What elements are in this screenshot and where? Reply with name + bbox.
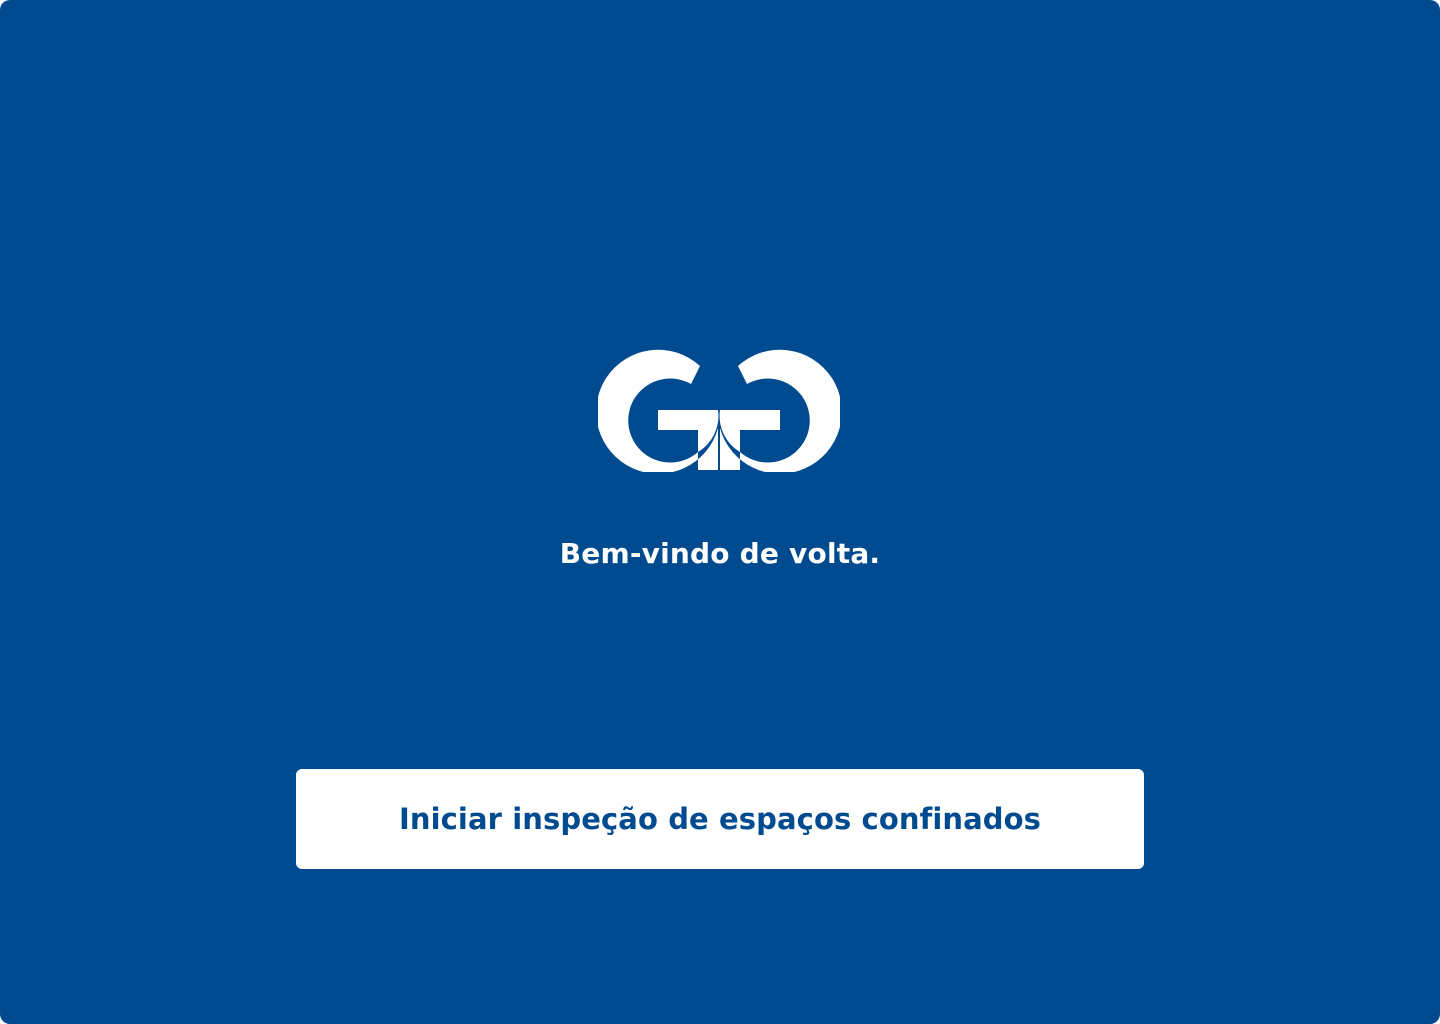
start-inspection-label: Iniciar inspeção de espaços confinados	[398, 802, 1042, 836]
start-inspection-button[interactable]: Iniciar inspeção de espaços confinados	[296, 769, 1144, 869]
welcome-screen: Bem-vindo de volta. Iniciar inspeção de …	[0, 0, 1440, 1024]
welcome-message: Bem-vindo de volta.	[559, 537, 881, 570]
gg-logo-icon	[598, 348, 840, 472]
